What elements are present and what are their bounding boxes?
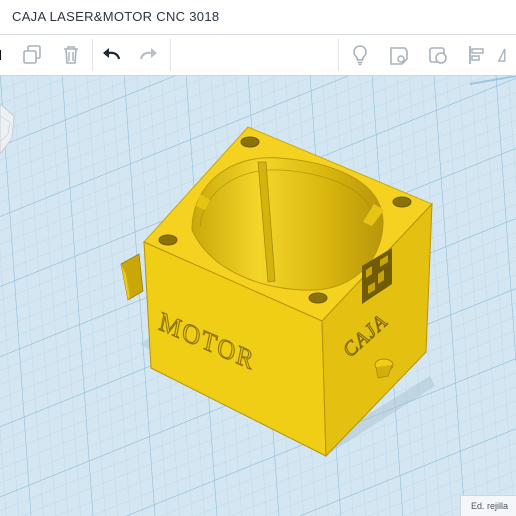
redo-icon[interactable]	[135, 35, 163, 75]
workplane[interactable]: MOTOR CAJA Ed. rejilla	[0, 76, 516, 516]
undo-icon[interactable]	[97, 35, 125, 75]
partial-tool-icon[interactable]	[0, 35, 8, 75]
light-bulb-icon[interactable]	[346, 35, 374, 75]
title-bar: CAJA LASER&MOTOR CNC 3018	[0, 0, 516, 35]
delete-icon[interactable]	[57, 35, 85, 75]
toolbar-divider	[338, 39, 339, 71]
align-icon[interactable]	[463, 35, 491, 75]
design-title[interactable]: CAJA LASER&MOTOR CNC 3018	[12, 9, 219, 24]
shape-icon[interactable]	[424, 35, 452, 75]
note-icon[interactable]	[385, 35, 413, 75]
toolbar-divider	[92, 39, 93, 71]
3d-viewport[interactable]: MOTOR CAJA	[0, 76, 516, 516]
duplicate-icon[interactable]	[18, 35, 46, 75]
toolbar	[0, 35, 516, 76]
mirror-icon[interactable]	[497, 35, 516, 75]
grid-edit-label[interactable]: Ed. rejilla	[459, 495, 516, 516]
toolbar-divider	[170, 39, 171, 71]
